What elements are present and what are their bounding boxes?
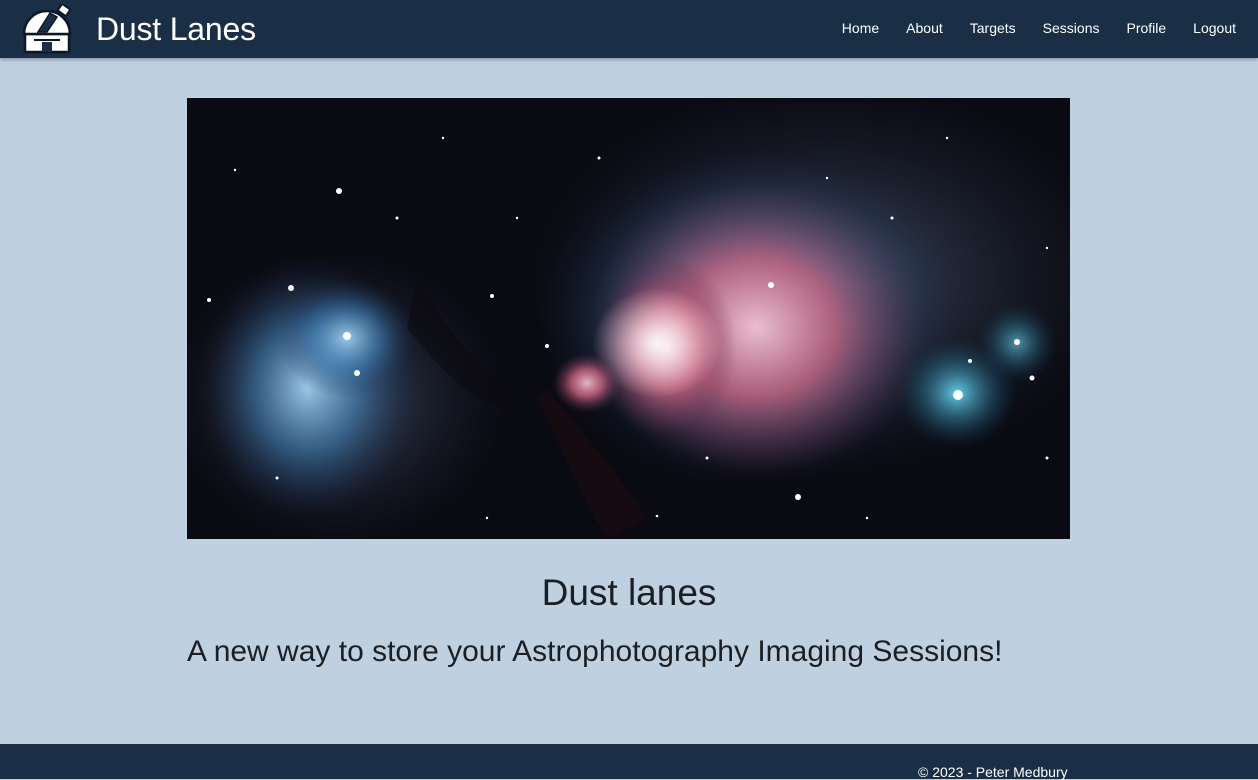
nav-logout-link[interactable]: Logout [1193,20,1236,36]
nav-targets-link[interactable]: Targets [970,20,1016,36]
hero-nebula-image [187,98,1070,539]
brand-name: Dust Lanes [96,11,256,47]
nav-home-link[interactable]: Home [842,20,879,36]
nav-sessions-link[interactable]: Sessions [1043,20,1100,36]
nav-menu: Home About Targets Sessions Profile Logo… [815,0,1236,58]
page-title: Dust lanes [541,572,717,613]
observatory-dome-icon [22,4,72,54]
page-tagline: A new way to store your Astrophotography… [187,635,1003,668]
nav-about-link[interactable]: About [906,20,943,36]
navbar: Dust Lanes Home About Targets Sessions P… [0,0,1258,58]
copyright-text: © 2023 - Peter Medbury [918,764,1068,780]
brand-link[interactable]: Dust Lanes [20,4,256,54]
footer: © 2023 - Peter Medbury [0,744,1258,780]
nav-profile-link[interactable]: Profile [1126,20,1166,36]
